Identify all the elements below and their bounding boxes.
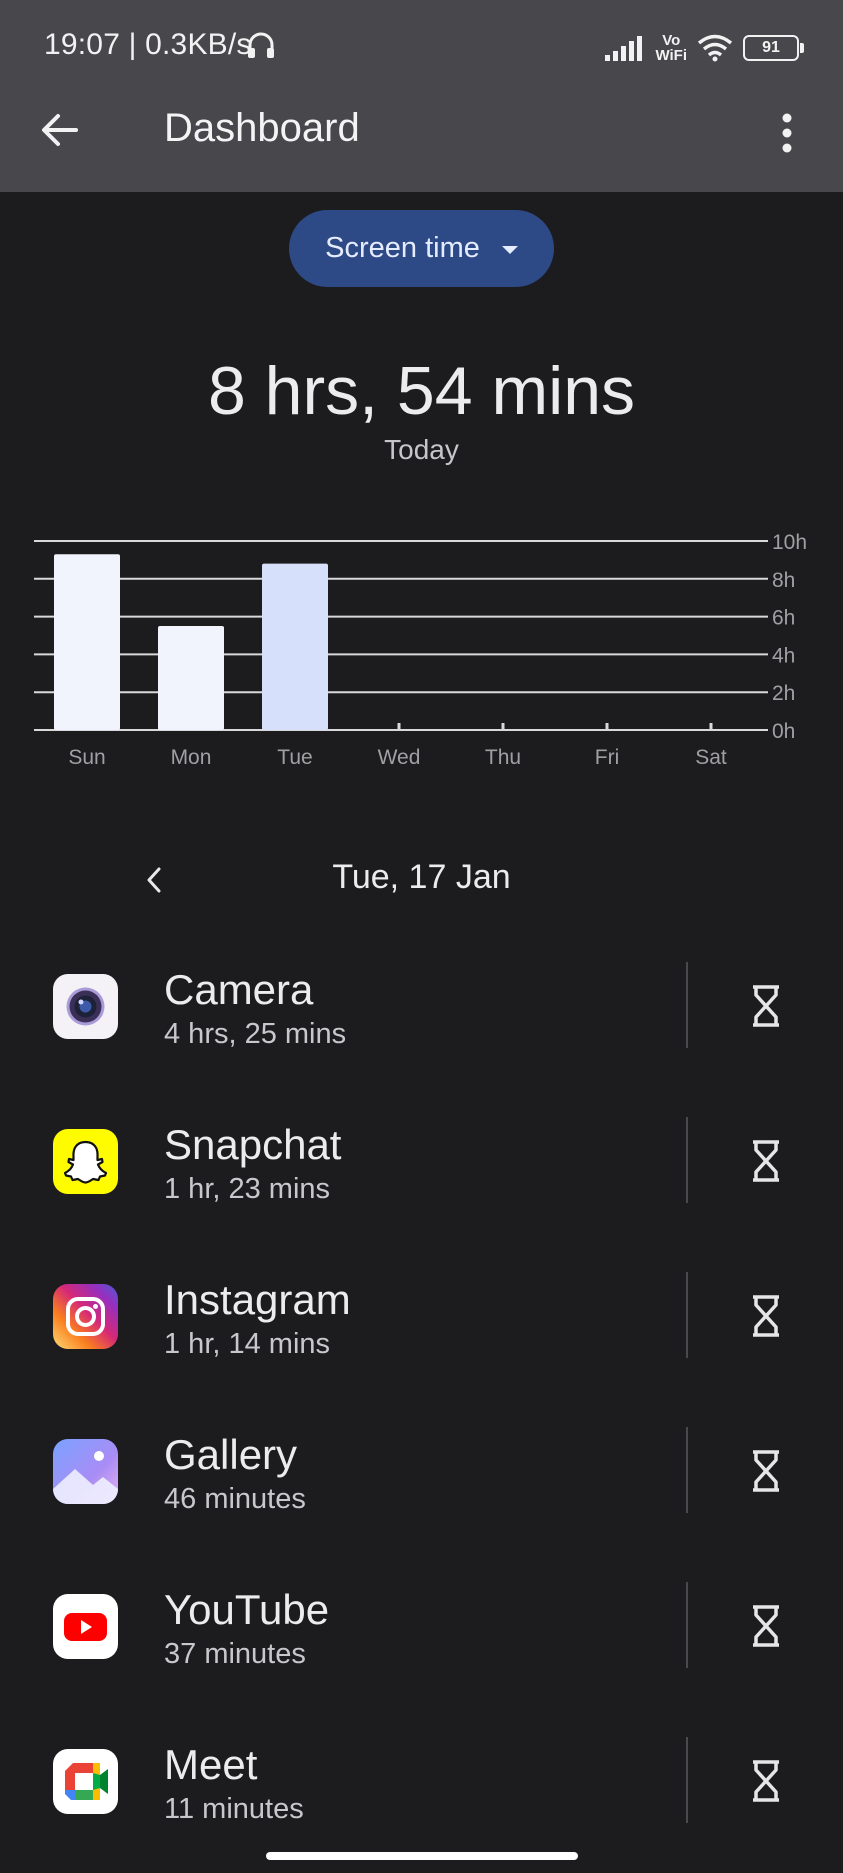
instagram-icon — [53, 1284, 118, 1349]
app-timer-button[interactable] — [736, 1131, 796, 1191]
battery-indicator: 91 — [743, 35, 804, 61]
app-name: Snapchat — [164, 1121, 342, 1168]
vowifi-bottom: WiFi — [655, 47, 687, 64]
home-indicator[interactable] — [266, 1852, 578, 1860]
selected-date: Tue, 17 Jan — [332, 858, 511, 896]
period-label: Today — [384, 434, 459, 465]
app-usage: 1 hr, 23 mins — [164, 1173, 331, 1205]
caret-down-icon — [501, 245, 518, 254]
more-options-button[interactable] — [770, 108, 804, 158]
back-button[interactable] — [34, 104, 86, 156]
hourglass-icon — [753, 1605, 779, 1647]
x-tick-label: Fri — [595, 746, 620, 769]
app-row-meet[interactable]: Meet 11 minutes — [0, 1731, 843, 1841]
app-name: Camera — [164, 966, 314, 1013]
total-screen-time: 8 hrs, 54 mins — [207, 353, 636, 429]
app-usage: 11 minutes — [164, 1793, 304, 1825]
screen-time-dropdown[interactable]: Screen time — [289, 210, 554, 287]
y-tick-label: 0h — [772, 720, 795, 743]
app-usage: 46 minutes — [164, 1483, 306, 1515]
y-tick-label: 8h — [772, 569, 795, 592]
app-name: Meet — [164, 1741, 258, 1788]
app-row-camera[interactable]: Camera 4 hrs, 25 mins — [0, 956, 843, 1066]
page-title: Dashboard — [164, 106, 360, 150]
app-row-gallery[interactable]: Gallery 46 minutes — [0, 1421, 843, 1531]
status-icons: Vo WiFi 91 — [605, 28, 804, 68]
headset-icon — [248, 32, 274, 58]
app-name: Gallery — [164, 1431, 298, 1478]
bar-sun[interactable] — [54, 554, 120, 730]
x-tick-label: Mon — [171, 746, 212, 769]
y-tick-label: 4h — [772, 644, 795, 667]
dropdown-label: Screen time — [325, 232, 480, 264]
row-divider — [686, 1582, 688, 1668]
date-navigation: Tue, 17 Jan — [0, 850, 843, 910]
app-timer-button[interactable] — [736, 1596, 796, 1656]
hourglass-icon — [753, 1450, 779, 1492]
row-divider — [686, 1272, 688, 1358]
app-usage: 4 hrs, 25 mins — [164, 1018, 347, 1050]
row-divider — [686, 962, 688, 1048]
bar-tue[interactable] — [262, 563, 328, 730]
bar-mon[interactable] — [158, 626, 224, 730]
status-time: 19:07 | 0.3KB/s — [44, 28, 252, 61]
x-tick-label: Sat — [695, 746, 727, 769]
app-name: YouTube — [164, 1586, 330, 1633]
snapchat-icon — [53, 1129, 118, 1194]
app-row-instagram[interactable]: Instagram 1 hr, 14 mins — [0, 1266, 843, 1376]
app-row-youtube[interactable]: YouTube 37 minutes — [0, 1576, 843, 1686]
app-usage: 1 hr, 14 mins — [164, 1328, 331, 1360]
x-tick-label: Tue — [277, 746, 312, 769]
app-timer-button[interactable] — [736, 1441, 796, 1501]
hourglass-icon — [753, 985, 779, 1027]
hourglass-icon — [753, 1140, 779, 1182]
wifi-icon — [697, 34, 733, 62]
signal-icon — [605, 36, 643, 61]
app-timer-button[interactable] — [736, 1286, 796, 1346]
hourglass-icon — [753, 1295, 779, 1337]
app-row-snapchat[interactable]: Snapchat 1 hr, 23 mins — [0, 1111, 843, 1221]
arrow-left-icon — [42, 114, 78, 146]
meet-icon — [53, 1749, 118, 1814]
app-usage: 37 minutes — [164, 1638, 306, 1670]
x-tick-label: Sun — [68, 746, 105, 769]
more-vert-icon — [782, 113, 792, 153]
x-tick-label: Thu — [485, 746, 521, 769]
usage-bar-chart[interactable]: 10h 8h 6h 4h 2h 0h Sun Mon Tue Wed Thu Fri Sat — [0, 520, 843, 780]
y-tick-label: 10h — [772, 531, 807, 554]
row-divider — [686, 1117, 688, 1203]
app-name: Instagram — [164, 1276, 351, 1323]
vowifi-top: Vo — [662, 32, 681, 49]
vowifi-indicator: Vo WiFi — [655, 33, 687, 63]
row-divider — [686, 1427, 688, 1513]
app-timer-button[interactable] — [736, 976, 796, 1036]
camera-icon — [53, 974, 118, 1039]
youtube-icon — [53, 1594, 118, 1659]
y-tick-label: 2h — [772, 682, 795, 705]
x-tick-label: Wed — [378, 746, 421, 769]
y-tick-label: 6h — [772, 607, 795, 630]
row-divider — [686, 1737, 688, 1823]
hourglass-icon — [753, 1760, 779, 1802]
app-timer-button[interactable] — [736, 1751, 796, 1811]
gallery-icon — [53, 1439, 118, 1504]
